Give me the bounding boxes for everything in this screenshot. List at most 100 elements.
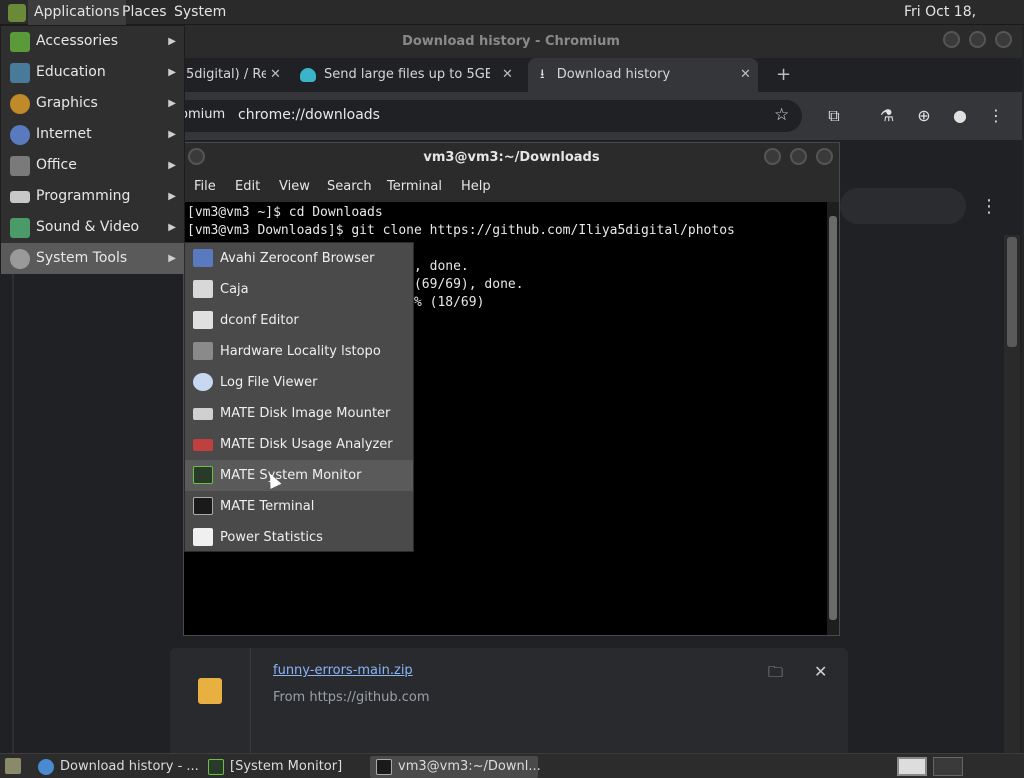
show-in-folder-icon[interactable]: 🗀 [768,662,783,687]
terminal-menubar: File Edit View Search Terminal Help [184,172,839,202]
hardware-icon [193,342,213,360]
top-panel: Applications Places System Fri Oct 18, 1… [0,0,1024,45]
more-actions-icon[interactable]: ⋮ [980,196,998,217]
system-menu[interactable]: System [168,0,232,25]
menu-item-office[interactable]: Office ▶ [1,150,184,181]
divider [250,648,251,758]
graphics-icon [10,94,30,114]
labs-flask-icon[interactable]: ⚗ [875,104,899,128]
menu-item-graphics[interactable]: Graphics ▶ [1,88,184,119]
extensions-icon[interactable]: ⧉ [822,104,846,128]
close-button[interactable] [816,148,833,165]
tab-download-history[interactable]: ⭳ Download history [528,58,758,92]
internet-icon [10,125,30,145]
sound-video-icon [10,218,30,238]
download-card: funny-errors-main.zip From https://githu… [170,648,848,758]
workspace-switcher[interactable] [933,757,963,776]
power-statistics-icon [193,528,213,546]
maximize-button[interactable] [790,148,807,165]
maximize-button[interactable] [969,31,986,48]
menu-search[interactable]: Search [327,172,372,202]
bottom-panel: Download history - ... [System Monitor] … [0,753,1024,778]
terminal-scrollbar[interactable] [827,202,839,635]
accessories-icon [10,32,30,52]
arrow-right-icon: ▶ [168,36,176,47]
close-tab-icon[interactable]: ✕ [740,58,751,92]
site-chip: omium [180,107,226,122]
menu-item-avahi[interactable]: Avahi Zeroconf Browser [185,243,413,274]
dconf-icon [193,311,213,329]
downloads-icon[interactable]: ⊕ [912,104,936,128]
places-menu[interactable]: Places [116,0,173,25]
task-system-monitor[interactable]: [System Monitor] [202,756,367,778]
system-monitor-icon [193,466,213,484]
menu-item-accessories[interactable]: Accessories ▶ [1,26,184,57]
download-icon: ⭳ [540,67,545,82]
terminal-line: [vm3@vm3 Downloads]$ git clone https://g… [187,223,735,238]
office-icon [10,156,30,176]
menu-item-disk-mounter[interactable]: MATE Disk Image Mounter [185,398,413,429]
menu-dots-icon[interactable]: ⋮ [984,104,1008,128]
menu-item-system-monitor[interactable]: MATE System Monitor [185,460,413,491]
arrow-right-icon: ▶ [168,222,176,233]
cloud-icon [300,68,316,82]
terminal-icon [193,497,213,515]
menu-item-mate-terminal[interactable]: MATE Terminal [185,491,413,522]
mate-logo-icon[interactable] [8,4,26,22]
menu-item-system-tools[interactable]: System Tools ▶ [1,243,184,274]
new-tab-icon[interactable]: + [776,58,791,92]
menu-item-sound-video[interactable]: Sound & Video ▶ [1,212,184,243]
programming-icon [10,191,30,203]
menu-item-lstopo[interactable]: Hardware Locality lstopo [185,336,413,367]
arrow-right-icon: ▶ [168,191,176,202]
menu-edit[interactable]: Edit [235,172,260,202]
applications-dropdown: Accessories ▶ Education ▶ Graphics ▶ Intern… [0,25,185,274]
close-tab-icon[interactable]: ✕ [270,58,281,92]
menu-view[interactable]: View [279,172,310,202]
download-filename-link[interactable]: funny-errors-main.zip [273,663,413,678]
menu-help[interactable]: Help [461,172,491,202]
remove-download-icon[interactable]: ✕ [814,662,827,681]
scrollbar-thumb[interactable] [829,216,837,620]
zip-file-icon [198,678,222,704]
arrow-right-icon: ▶ [168,160,176,171]
minimize-button[interactable] [943,31,960,48]
terminal-icon [376,759,392,775]
profile-icon[interactable]: ● [948,104,972,128]
show-desktop-icon[interactable] [5,758,21,774]
menu-terminal[interactable]: Terminal [387,172,442,202]
omnibox[interactable]: omium chrome://downloads ☆ [172,100,802,132]
menu-file[interactable]: File [194,172,216,202]
menu-item-caja[interactable]: Caja [185,274,413,305]
scrollbar-thumb[interactable] [1007,237,1017,347]
page-scrollbar[interactable] [1004,235,1020,755]
caja-icon [193,280,213,298]
menu-item-log-viewer[interactable]: Log File Viewer [185,367,413,398]
log-viewer-icon [193,373,213,391]
url-text: chrome://downloads [238,107,380,123]
task-chromium[interactable]: Download history - ... [32,756,200,778]
menu-item-internet[interactable]: Internet ▶ [1,119,184,150]
menu-item-dconf[interactable]: dconf Editor [185,305,413,336]
tab-send-files[interactable]: Send large files up to 5GB for [324,58,490,92]
menu-item-power-statistics[interactable]: Power Statistics [185,522,413,553]
system-tools-submenu: Avahi Zeroconf Browser Caja dconf Editor… [184,242,414,552]
minimize-button[interactable] [764,148,781,165]
applications-menu[interactable]: Applications [28,0,126,25]
avahi-icon [193,249,213,267]
window-menu-button[interactable] [188,148,205,165]
menu-item-education[interactable]: Education ▶ [1,57,184,88]
close-tab-icon[interactable]: ✕ [502,58,513,92]
close-button[interactable] [995,31,1012,48]
menu-item-programming[interactable]: Programming ▶ [1,181,184,212]
education-icon [10,63,30,83]
arrow-right-icon: ▶ [168,67,176,78]
clock[interactable]: Fri Oct 18, 12:13 PM [898,0,1024,45]
task-terminal[interactable]: vm3@vm3:~/Downl... [370,756,541,778]
arrow-right-icon: ▶ [168,129,176,140]
workspace-switcher[interactable] [897,757,927,776]
menu-item-disk-usage[interactable]: MATE Disk Usage Analyzer [185,429,413,460]
bookmark-star-icon[interactable]: ☆ [774,105,789,125]
search-downloads[interactable] [840,188,966,224]
tab-reddit[interactable]: 5digital) / Re [186,58,266,92]
